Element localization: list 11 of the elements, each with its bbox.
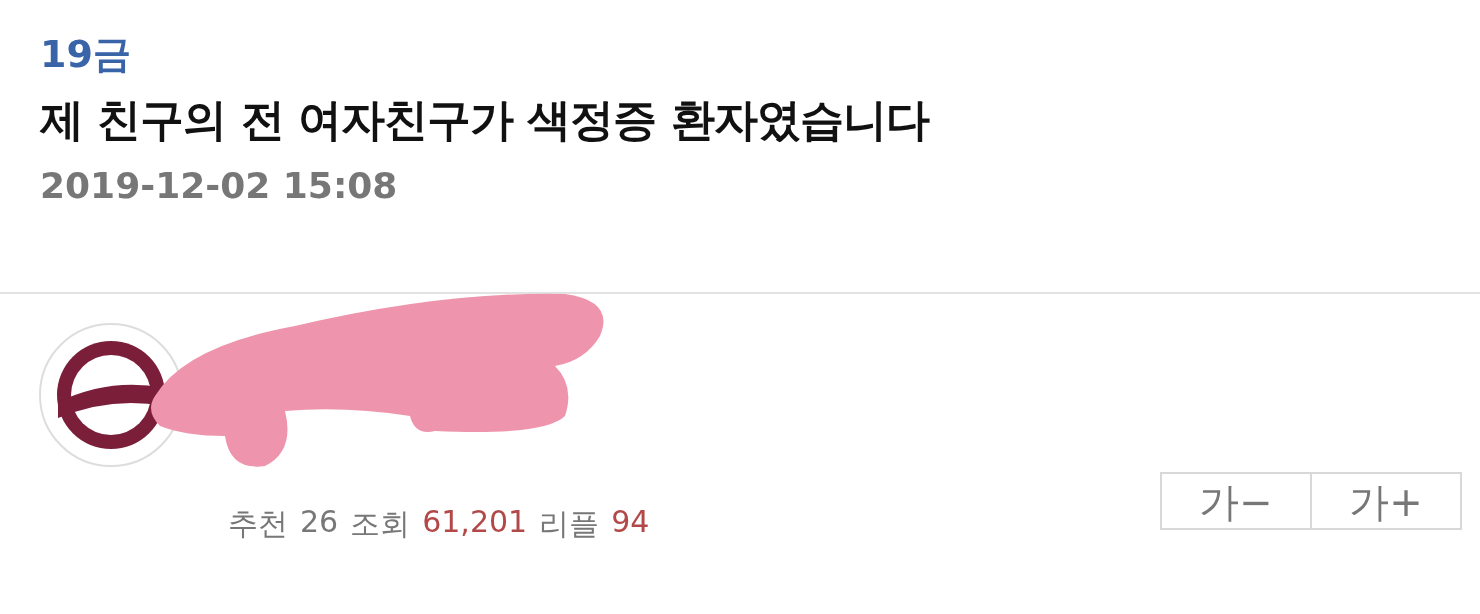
stat-label: 추천 (228, 505, 288, 543)
category-label: 19금 (40, 31, 132, 78)
font-size-button[interactable]: 가+ (1310, 472, 1462, 530)
font-size-button[interactable]: 가− (1160, 472, 1312, 530)
post-title: 제 친구의 전 여자친구가 색정증 환자였습니다 (40, 93, 931, 147)
stat-value: 61,201 (422, 504, 528, 541)
stat-label: 리플 (539, 505, 600, 543)
stat-value: 94 (611, 504, 650, 541)
post-date: 2019-12-02 15:08 (40, 164, 399, 208)
stat-label: 조회 (350, 505, 411, 543)
stat-value: 26 (300, 504, 339, 541)
